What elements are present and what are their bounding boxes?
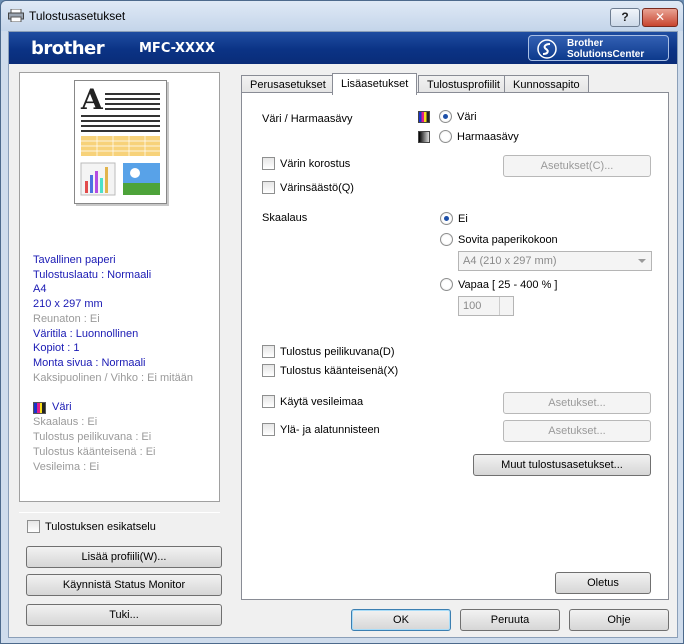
status-monitor-button[interactable]: Käynnistä Status Monitor [26,574,222,596]
mirror-print-checkbox[interactable]: Tulostus peilikuvana(D) [262,345,395,358]
color-enhance-checkbox[interactable]: Värin korostus [262,157,350,170]
watermark-settings-button[interactable]: Asetukset... [503,392,651,414]
grayscale-radio[interactable]: Harmaasävy [439,130,519,143]
dialog-body: brother MFC-XXXX Brother SolutionsCenter… [8,31,678,638]
color-mode-value: Väri [52,401,72,413]
settings-summary: Tavallinen paperi Tulostuslaatu : Normaal… [33,253,193,385]
ok-button[interactable]: OK [351,609,451,631]
other-print-settings-button[interactable]: Muut tulostusasetukset... [473,454,651,476]
summary-line: 210 x 297 mm [33,298,103,311]
window-title: Tulostusasetukset [29,9,126,23]
checkbox-label: Värinsäästö(Q) [280,181,354,194]
cancel-button[interactable]: Peruuta [460,609,560,631]
brother-banner: brother MFC-XXXX Brother SolutionsCenter [9,32,677,64]
enhance-settings-button[interactable]: Asetukset(C)... [503,155,651,177]
settings-summary-panel: A Tavallinen paperi Tulostuslaatu: Norm… [19,72,220,502]
print-settings-window: Tulostusasetukset ? ✕ brother MFC-XXXX B… [0,0,684,644]
printer-icon [8,9,24,22]
tab-advanced[interactable]: Lisäasetukset [332,73,418,95]
radio-dot[interactable] [440,212,453,225]
radio-dot[interactable] [439,110,452,123]
chevron-down-icon [638,259,646,263]
brother-logo: brother [31,38,105,59]
radio-label: Vapaa [ 25 - 400 % ] [458,278,558,291]
close-button[interactable]: ✕ [642,8,678,27]
solutions-line2: SolutionsCenter [567,49,645,60]
free-scale-radio[interactable]: Vapaa [ 25 - 400 % ] [440,278,557,291]
model-name: MFC-XXXX [139,41,216,56]
help-dialog-button[interactable]: Ohje [569,609,669,631]
spin-down-icon[interactable] [499,306,513,315]
title-bar: Tulostusasetukset ? ✕ [1,1,683,31]
checkbox-box[interactable] [262,364,275,377]
summary-line: Tulostuslaatu : Normaali [33,268,152,281]
checkbox-box[interactable] [262,395,275,408]
radio-label: Väri [457,110,477,123]
color-summary-line: Vesileima : Ei [33,461,100,473]
color-radio[interactable]: Väri [439,110,477,123]
scale-off-radio[interactable]: Ei [440,212,468,225]
paper-size-select[interactable]: A4 (210 x 297 mm) [458,251,652,271]
print-preview-checkbox[interactable]: Tulostuksen esikatselu [27,520,156,533]
checkbox-label: Värin korostus [280,157,351,170]
scale-percent-value: 100 [463,300,482,312]
checkbox-box[interactable] [27,520,40,533]
page-preview-icon: A [80,83,160,196]
summary-line: Reunaton : Ei [33,312,100,325]
left-separator [19,512,220,513]
separator [262,203,650,204]
color-summary-line: Tulostus käänteisenä : Ei [33,446,156,458]
help-button[interactable]: ? [610,8,640,27]
checkbox-box[interactable] [262,345,275,358]
radio-label: Harmaasävy [457,130,519,143]
color-grayscale-label: Väri / Harmaasävy [262,113,353,125]
grayscale-icon [418,131,430,143]
radio-label: Sovita paperikokoon [458,233,558,246]
color-summary: Väri Skaalaus : Ei Tulostus peilikuvana :… [33,400,156,475]
reverse-print-checkbox[interactable]: Tulostus käänteisenä(X) [262,364,398,377]
ink-save-checkbox[interactable]: Värinsäästö(Q) [262,181,354,194]
summary-line: Väritila : Luonnollinen [33,327,139,340]
separator [262,384,650,385]
solutions-center-icon [537,39,557,59]
checkbox-box[interactable] [262,157,275,170]
color-summary-line: Skaalaus : Ei [33,416,98,428]
page-preview: A [74,80,167,204]
summary-line: Kopiot : 1 [33,342,80,355]
radio-dot[interactable] [440,278,453,291]
checkbox-label: Ylä- ja alatunnisteen [280,423,380,436]
radio-label: Ei [458,212,468,225]
summary-line: Tavallinen paperi [33,254,116,266]
radio-dot[interactable] [439,130,452,143]
summary-line: Monta sivua : Normaali [33,356,146,369]
add-profile-button[interactable]: Lisää profiili(W)... [26,546,222,568]
default-button[interactable]: Oletus [555,572,651,594]
fit-to-paper-radio[interactable]: Sovita paperikokoon [440,233,558,246]
spin-up-icon[interactable] [499,297,513,306]
checkbox-box[interactable] [262,423,275,436]
solutions-line1: Brother [567,38,604,49]
watermark-checkbox[interactable]: Käytä vesileimaa [262,395,363,408]
svg-text:A: A [80,83,104,116]
checkbox-label: Tulostuksen esikatselu [45,520,156,533]
solutions-center-button[interactable]: Brother SolutionsCenter [528,35,669,61]
summary-line: A4 [33,283,47,296]
support-button[interactable]: Tuki... [26,604,222,626]
checkbox-label: Tulostus peilikuvana(D) [280,345,395,358]
summary-line: Kaksipuolinen / Vihko : Ei mitään [33,371,193,384]
paper-size-value: A4 (210 x 297 mm) [463,255,557,267]
checkbox-label: Käytä vesileimaa [280,395,364,408]
color-icon [418,111,430,123]
checkbox-box[interactable] [262,181,275,194]
header-footer-settings-button[interactable]: Asetukset... [503,420,651,442]
color-summary-line: Tulostus peilikuvana : Ei [33,431,152,443]
scaling-label: Skaalaus [262,212,308,224]
scale-percent-spinner[interactable]: 100 [458,296,514,316]
checkbox-label: Tulostus käänteisenä(X) [280,364,399,377]
radio-dot[interactable] [440,233,453,246]
color-mode-icon [33,401,46,414]
header-footer-checkbox[interactable]: Ylä- ja alatunnisteen [262,423,380,436]
advanced-tab-panel: Väri / Harmaasävy Väri Harmaasävy Värin … [241,92,669,600]
